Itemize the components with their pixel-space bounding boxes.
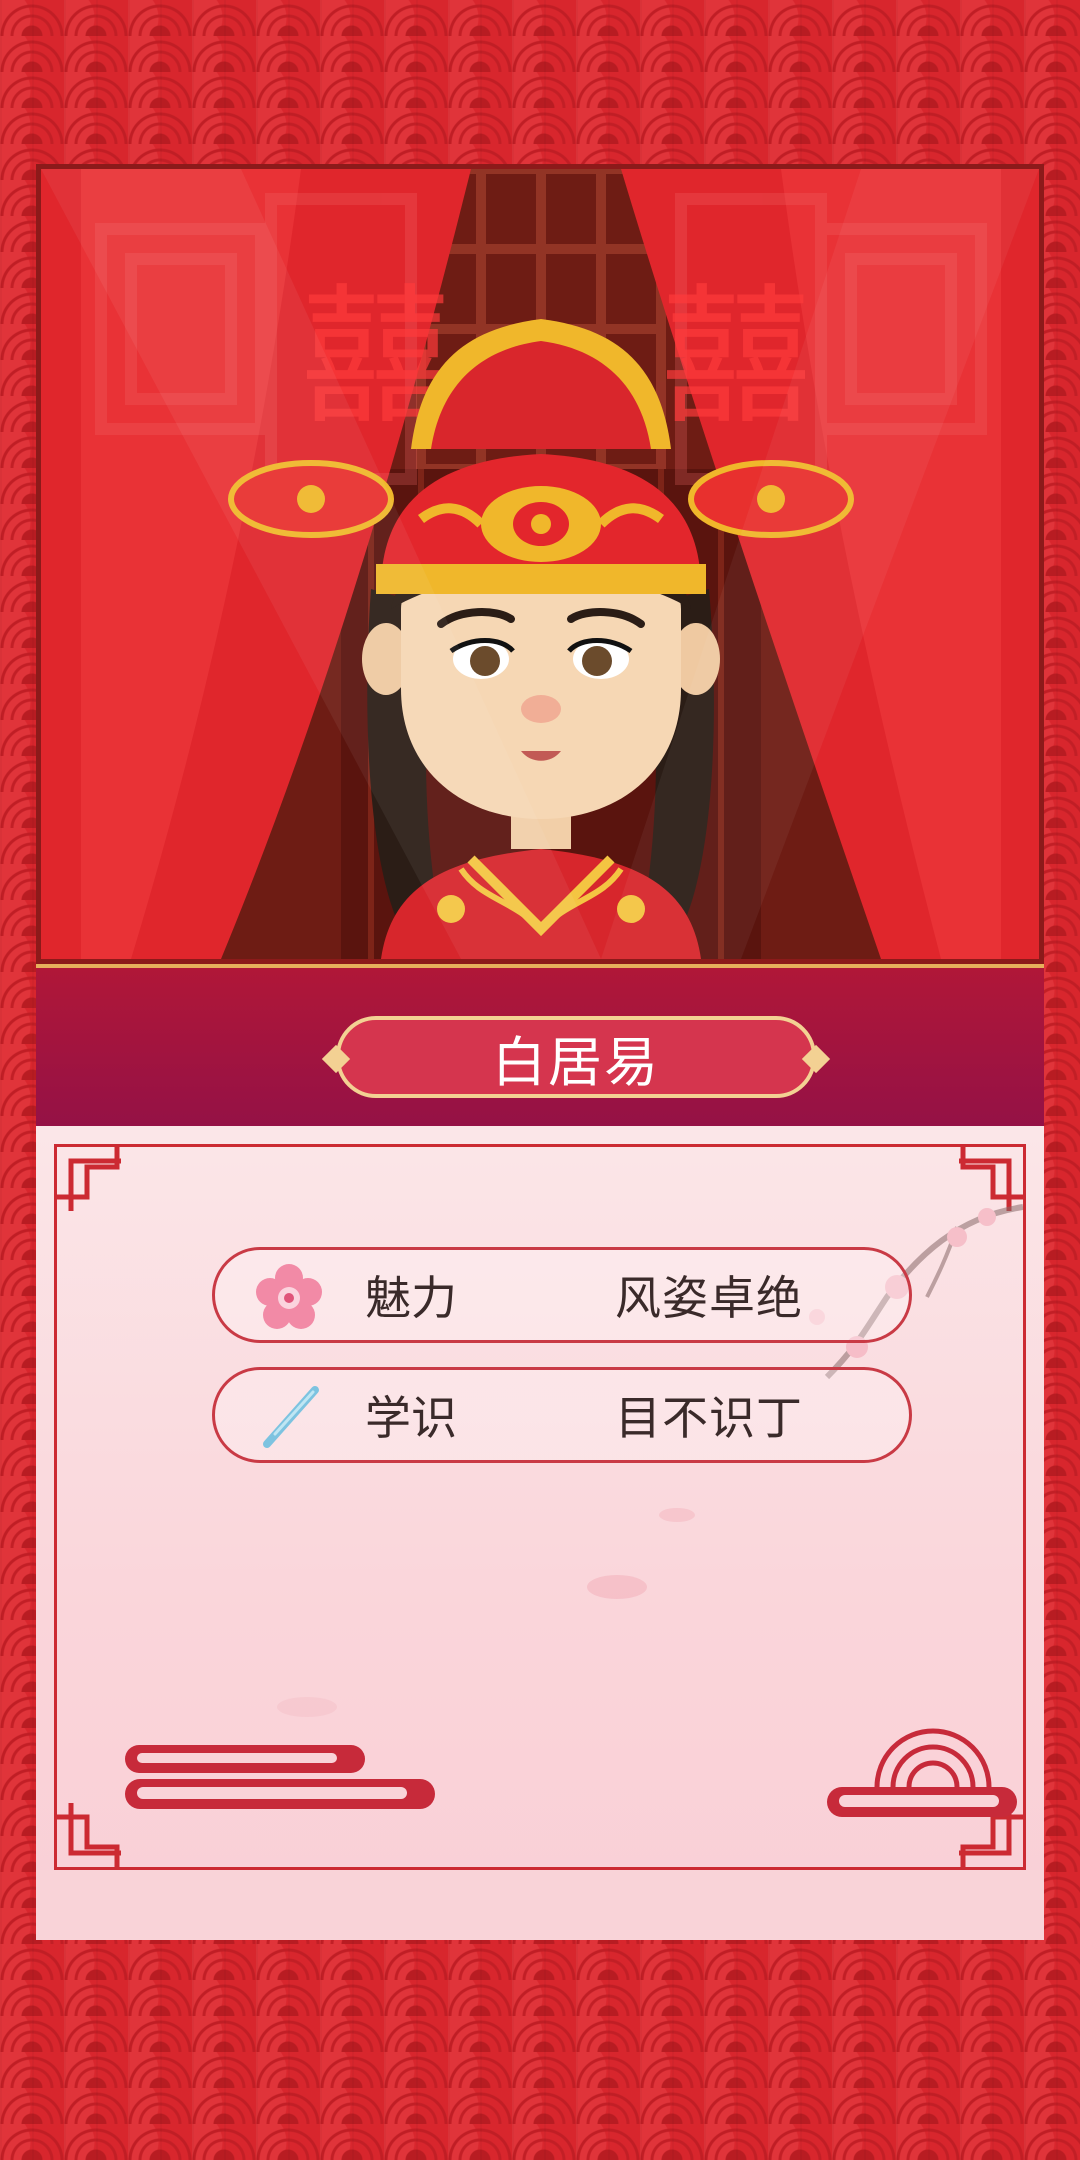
brush-icon	[263, 1386, 319, 1448]
character-name: 白居易	[492, 1030, 660, 1094]
attribute-panel: 魅力 风姿卓绝 学识 目不识丁	[36, 1126, 1044, 1940]
character-name-plate: 白居易	[336, 1016, 816, 1098]
plum-blossom-icon	[256, 1264, 322, 1329]
name-banner: 白居易	[36, 964, 1044, 1130]
panel-bottom-strip	[36, 1870, 1044, 1940]
charm-stat-row: 魅力 风姿卓绝	[212, 1247, 912, 1343]
stat-label: 魅力	[365, 1271, 457, 1325]
character-portrait: 囍 囍	[36, 164, 1044, 964]
wedding-scene-illustration: 囍 囍	[41, 169, 1039, 959]
stat-value: 风姿卓绝	[615, 1271, 803, 1325]
stat-label: 学识	[365, 1391, 457, 1445]
stat-value: 目不识丁	[615, 1391, 803, 1445]
panel-frame: 魅力 风姿卓绝 学识 目不识丁	[54, 1144, 1026, 1870]
knowledge-stat-row: 学识 目不识丁	[212, 1367, 912, 1463]
